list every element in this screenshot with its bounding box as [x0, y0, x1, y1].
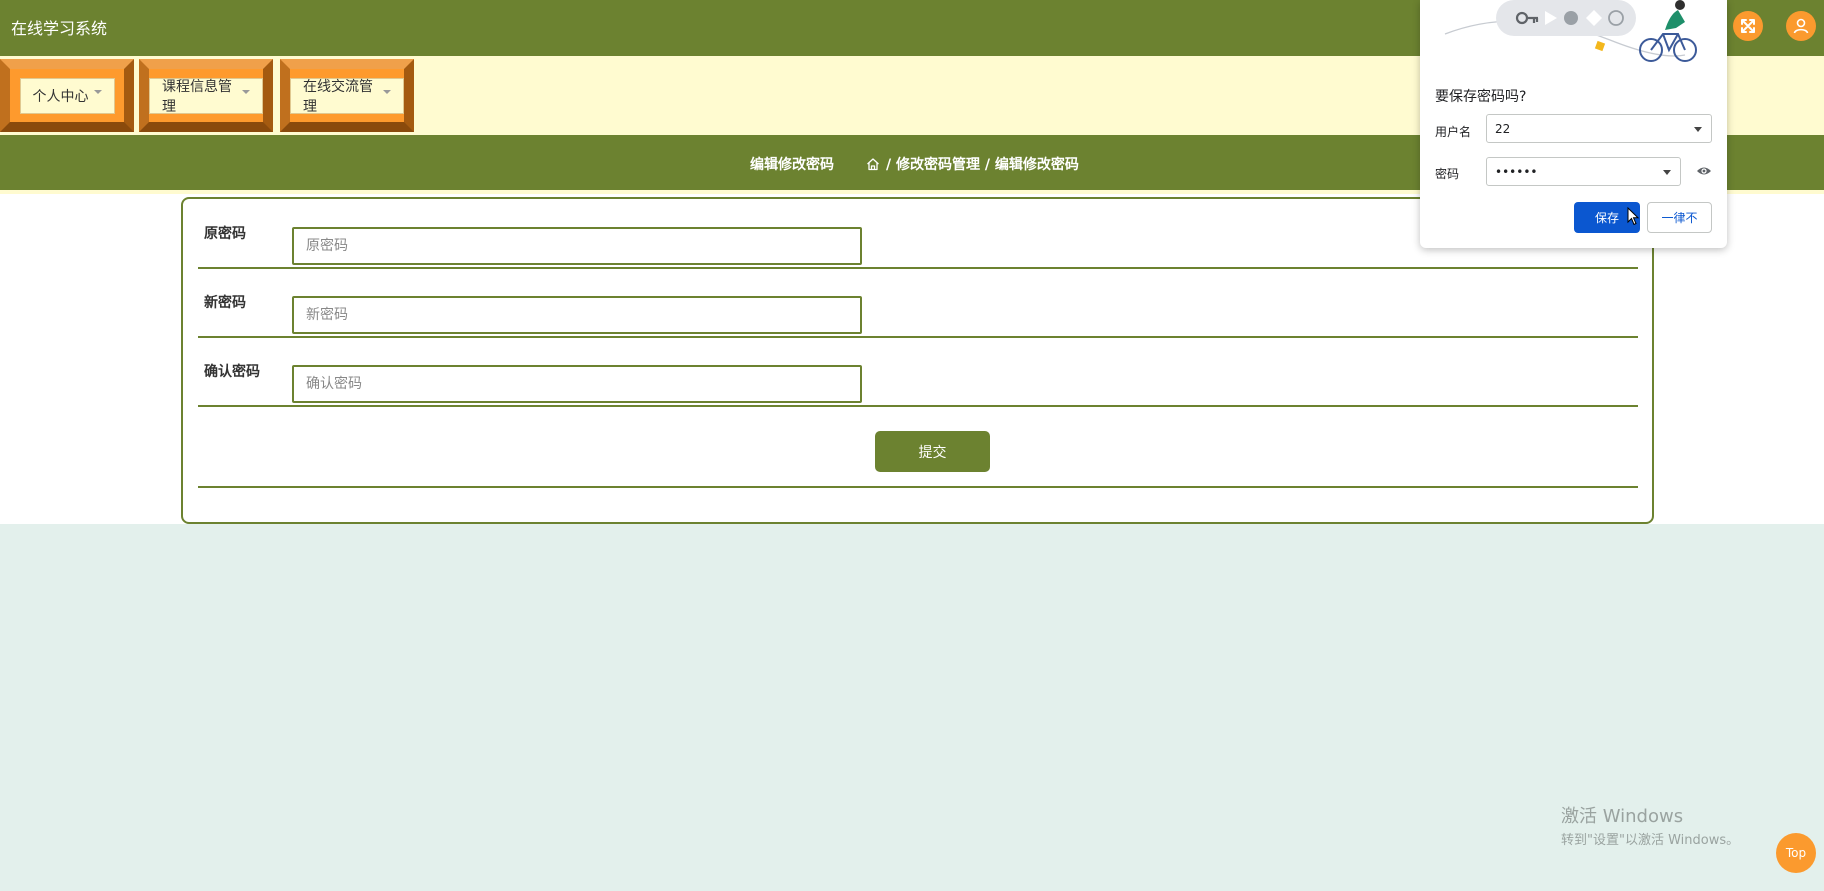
- back-to-top-button[interactable]: Top: [1776, 833, 1816, 873]
- username-value: 22: [1495, 121, 1511, 136]
- windows-activation-title: 激活 Windows: [1561, 806, 1684, 827]
- caret-down-icon: [383, 89, 391, 94]
- fullscreen-button[interactable]: [1733, 11, 1763, 41]
- menu-item-online-exchange[interactable]: 在线交流管理: [280, 59, 414, 132]
- eye-icon[interactable]: [1696, 163, 1712, 179]
- username-label: 用户名: [1435, 125, 1472, 139]
- save-password-title: 要保存密码吗?: [1435, 89, 1527, 105]
- menu-item-inner: 在线交流管理: [290, 77, 404, 115]
- menu-item-label: 在线交流管理: [303, 78, 373, 115]
- username-select[interactable]: 22: [1486, 114, 1712, 143]
- windows-activation-subtitle: 转到"设置"以激活 Windows。: [1561, 833, 1740, 848]
- menu-item-inner: 个人中心: [19, 77, 115, 114]
- password-select[interactable]: ••••••: [1486, 157, 1681, 186]
- expand-icon: [1741, 19, 1755, 33]
- app-title: 在线学习系统: [11, 19, 108, 38]
- dropdown-arrow-icon: [1694, 127, 1702, 132]
- breadcrumb-path[interactable]: / 修改密码管理 / 编辑修改密码: [886, 154, 1079, 174]
- caret-down-icon: [242, 89, 250, 94]
- confirm-password-label: 确认密码: [204, 364, 260, 380]
- menu-item-personal-center[interactable]: 个人中心: [0, 59, 134, 132]
- save-password-popup: 要保存密码吗? 用户名 22 密码 •••••• 保存 一律不: [1420, 0, 1727, 248]
- menu-item-inner: 课程信息管理: [149, 77, 263, 115]
- old-password-input[interactable]: [292, 227, 862, 265]
- never-save-button[interactable]: 一律不: [1647, 202, 1712, 233]
- mouse-cursor-icon: [1627, 207, 1640, 226]
- old-password-label: 原密码: [204, 226, 246, 242]
- submit-button[interactable]: 提交: [875, 431, 990, 472]
- menu-item-label: 个人中心: [32, 88, 89, 105]
- form-row-new-password: 新密码: [198, 268, 1638, 338]
- menu-item-course-info[interactable]: 课程信息管理: [139, 59, 273, 132]
- dropdown-arrow-icon: [1663, 170, 1671, 175]
- password-value: ••••••: [1495, 164, 1538, 179]
- menu-item-label: 课程信息管理: [162, 78, 232, 115]
- form-row-submit: 提交: [198, 416, 1638, 488]
- password-illustration-icon: [1444, 0, 1697, 62]
- user-button[interactable]: [1786, 11, 1816, 41]
- password-label: 密码: [1435, 167, 1460, 181]
- breadcrumb: / 修改密码管理 / 编辑修改密码: [866, 154, 1079, 174]
- home-icon[interactable]: [866, 157, 880, 171]
- confirm-password-input[interactable]: [292, 365, 862, 403]
- page-title: 编辑修改密码: [750, 157, 834, 173]
- new-password-input[interactable]: [292, 296, 862, 334]
- user-icon: [1793, 18, 1809, 34]
- new-password-label: 新密码: [204, 295, 246, 311]
- caret-down-icon: [93, 89, 102, 94]
- form-row-confirm-password: 确认密码: [198, 337, 1638, 407]
